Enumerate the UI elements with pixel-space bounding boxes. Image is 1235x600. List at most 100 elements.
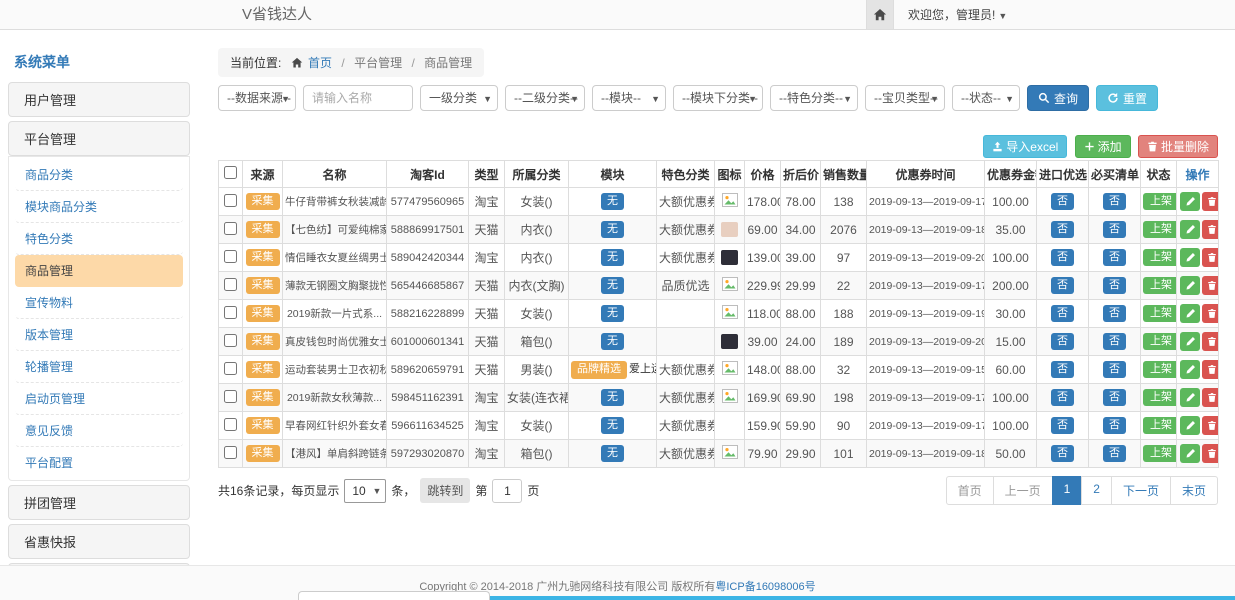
status-toggle[interactable]: 上架 bbox=[1143, 361, 1177, 378]
status-toggle[interactable]: 上架 bbox=[1143, 193, 1177, 210]
filter-select-item-type[interactable]: --宝贝类型--▼ bbox=[865, 85, 945, 111]
page-button-1[interactable]: 1 bbox=[1052, 476, 1083, 505]
edit-button[interactable] bbox=[1180, 248, 1200, 267]
status-toggle[interactable]: 上架 bbox=[1143, 221, 1177, 238]
filter-select-module[interactable]: --模块--▼ bbox=[592, 85, 666, 111]
row-checkbox[interactable] bbox=[224, 390, 237, 403]
filter-select-feature[interactable]: --特色分类--▼ bbox=[770, 85, 858, 111]
import-pick-toggle[interactable]: 否 bbox=[1051, 333, 1074, 350]
must-buy-toggle[interactable]: 否 bbox=[1103, 277, 1126, 294]
module-badge[interactable]: 品牌精选 bbox=[571, 361, 627, 378]
module-badge[interactable]: 无 bbox=[601, 445, 624, 462]
sidebar-item-版本管理[interactable]: 版本管理 bbox=[15, 319, 183, 351]
import-pick-toggle[interactable]: 否 bbox=[1051, 277, 1074, 294]
module-badge[interactable]: 无 bbox=[601, 277, 624, 294]
must-buy-toggle[interactable]: 否 bbox=[1103, 333, 1126, 350]
filter-select-status[interactable]: --状态--▼ bbox=[952, 85, 1020, 111]
delete-button[interactable] bbox=[1202, 444, 1219, 463]
sidebar-item-特色分类[interactable]: 特色分类 bbox=[15, 223, 183, 255]
sidebar-panel-平台管理[interactable]: 平台管理 bbox=[8, 121, 190, 156]
module-badge[interactable]: 无 bbox=[601, 193, 624, 210]
status-toggle[interactable]: 上架 bbox=[1143, 333, 1177, 350]
row-checkbox[interactable] bbox=[224, 278, 237, 291]
edit-button[interactable] bbox=[1180, 416, 1200, 435]
delete-button[interactable] bbox=[1202, 360, 1219, 379]
must-buy-toggle[interactable]: 否 bbox=[1103, 445, 1126, 462]
page-button-下一页[interactable]: 下一页 bbox=[1111, 476, 1171, 505]
edit-button[interactable] bbox=[1180, 304, 1200, 323]
status-toggle[interactable]: 上架 bbox=[1143, 277, 1177, 294]
row-checkbox[interactable] bbox=[224, 306, 237, 319]
reset-button[interactable]: 重置 bbox=[1096, 85, 1158, 111]
status-toggle[interactable]: 上架 bbox=[1143, 389, 1177, 406]
row-checkbox[interactable] bbox=[224, 446, 237, 459]
sidebar-item-启动页管理[interactable]: 启动页管理 bbox=[15, 383, 183, 415]
edit-button[interactable] bbox=[1180, 220, 1200, 239]
sidebar-panel-省惠快报[interactable]: 省惠快报 bbox=[8, 524, 190, 559]
status-toggle[interactable]: 上架 bbox=[1143, 249, 1177, 266]
import-pick-toggle[interactable]: 否 bbox=[1051, 305, 1074, 322]
sidebar-item-宣传物料[interactable]: 宣传物料 bbox=[15, 287, 183, 319]
row-checkbox[interactable] bbox=[224, 250, 237, 263]
module-badge[interactable]: 无 bbox=[601, 389, 624, 406]
sidebar-item-模块商品分类[interactable]: 模块商品分类 bbox=[15, 191, 183, 223]
module-badge[interactable]: 无 bbox=[601, 249, 624, 266]
sidebar-panel-拼团管理[interactable]: 拼团管理 bbox=[8, 485, 190, 520]
sidebar-item-平台配置[interactable]: 平台配置 bbox=[15, 447, 183, 478]
delete-button[interactable] bbox=[1202, 192, 1219, 211]
status-toggle[interactable]: 上架 bbox=[1143, 305, 1177, 322]
must-buy-toggle[interactable]: 否 bbox=[1103, 361, 1126, 378]
must-buy-toggle[interactable]: 否 bbox=[1103, 249, 1126, 266]
sidebar-panel-用户管理[interactable]: 用户管理 bbox=[8, 82, 190, 117]
filter-select-module-sub[interactable]: --模块下分类--▼ bbox=[673, 85, 763, 111]
edit-button[interactable] bbox=[1180, 276, 1200, 295]
import-pick-toggle[interactable]: 否 bbox=[1051, 389, 1074, 406]
batch-delete-button[interactable]: 批量删除 bbox=[1138, 135, 1218, 158]
filter-name-input[interactable] bbox=[303, 85, 413, 111]
sidebar-item-意见反馈[interactable]: 意见反馈 bbox=[15, 415, 183, 447]
sidebar-item-商品分类[interactable]: 商品分类 bbox=[15, 159, 183, 191]
sidebar-item-轮播管理[interactable]: 轮播管理 bbox=[15, 351, 183, 383]
row-checkbox[interactable] bbox=[224, 194, 237, 207]
breadcrumb-home-link[interactable]: 首页 bbox=[308, 56, 332, 70]
jump-page-input[interactable] bbox=[492, 479, 522, 503]
jump-button[interactable]: 跳转到 bbox=[420, 478, 470, 503]
row-checkbox[interactable] bbox=[224, 334, 237, 347]
import-excel-button[interactable]: 导入excel bbox=[983, 135, 1067, 158]
import-pick-toggle[interactable]: 否 bbox=[1051, 249, 1074, 266]
must-buy-toggle[interactable]: 否 bbox=[1103, 193, 1126, 210]
icp-link[interactable]: 粤ICP备16098006号 bbox=[715, 581, 815, 593]
must-buy-toggle[interactable]: 否 bbox=[1103, 417, 1126, 434]
import-pick-toggle[interactable]: 否 bbox=[1051, 221, 1074, 238]
module-badge[interactable]: 无 bbox=[601, 417, 624, 434]
page-size-select[interactable]: 10▼ bbox=[344, 479, 386, 503]
edit-button[interactable] bbox=[1180, 332, 1200, 351]
module-badge[interactable]: 无 bbox=[601, 305, 624, 322]
filter-select-data-source[interactable]: --数据来源--▼ bbox=[218, 85, 296, 111]
delete-button[interactable] bbox=[1202, 248, 1219, 267]
row-checkbox[interactable] bbox=[224, 222, 237, 235]
import-pick-toggle[interactable]: 否 bbox=[1051, 361, 1074, 378]
add-button[interactable]: 添加 bbox=[1075, 135, 1131, 158]
filter-select-category-1[interactable]: 一级分类▼ bbox=[420, 85, 498, 111]
row-checkbox[interactable] bbox=[224, 418, 237, 431]
module-badge[interactable]: 无 bbox=[601, 333, 624, 350]
import-pick-toggle[interactable]: 否 bbox=[1051, 417, 1074, 434]
edit-button[interactable] bbox=[1180, 444, 1200, 463]
edit-button[interactable] bbox=[1180, 388, 1200, 407]
page-button-末页[interactable]: 末页 bbox=[1170, 476, 1218, 505]
import-pick-toggle[interactable]: 否 bbox=[1051, 445, 1074, 462]
search-button[interactable]: 查询 bbox=[1027, 85, 1089, 111]
import-pick-toggle[interactable]: 否 bbox=[1051, 193, 1074, 210]
edit-button[interactable] bbox=[1180, 192, 1200, 211]
must-buy-toggle[interactable]: 否 bbox=[1103, 389, 1126, 406]
must-buy-toggle[interactable]: 否 bbox=[1103, 305, 1126, 322]
row-checkbox[interactable] bbox=[224, 362, 237, 375]
must-buy-toggle[interactable]: 否 bbox=[1103, 221, 1126, 238]
status-toggle[interactable]: 上架 bbox=[1143, 417, 1177, 434]
delete-button[interactable] bbox=[1202, 388, 1219, 407]
delete-button[interactable] bbox=[1202, 416, 1219, 435]
home-button[interactable] bbox=[866, 0, 894, 29]
status-toggle[interactable]: 上架 bbox=[1143, 445, 1177, 462]
delete-button[interactable] bbox=[1202, 220, 1219, 239]
